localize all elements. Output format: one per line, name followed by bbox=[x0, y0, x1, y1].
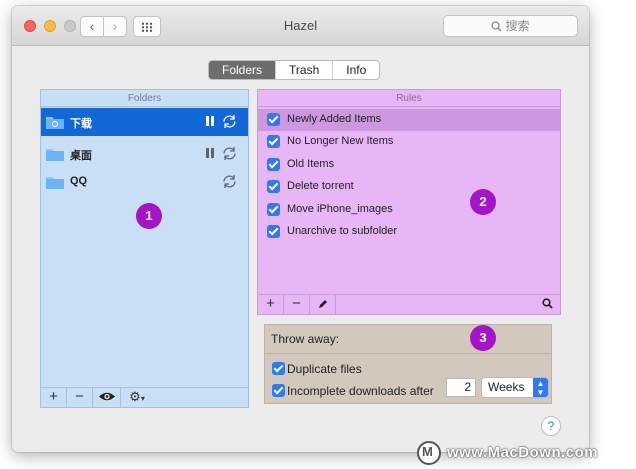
duplicate-files-row[interactable]: Duplicate files bbox=[265, 359, 551, 379]
duplicate-files-checkbox[interactable] bbox=[272, 362, 285, 375]
divider bbox=[265, 353, 551, 354]
folder-name: QQ bbox=[70, 175, 88, 187]
pause-icon[interactable] bbox=[206, 148, 214, 158]
folder-icon bbox=[46, 177, 64, 189]
incomplete-value-field[interactable]: 2 bbox=[446, 378, 476, 397]
annotation-badge-2: 2 bbox=[470, 189, 496, 215]
help-button[interactable]: ? bbox=[541, 416, 561, 436]
annotation-badge-3: 3 bbox=[470, 325, 496, 351]
rule-row[interactable]: Unarchive to subfolder bbox=[258, 221, 560, 243]
rule-row[interactable]: Move iPhone_images bbox=[258, 199, 560, 221]
search-field[interactable]: 搜索 bbox=[443, 15, 578, 37]
hazel-window: ‹ › Hazel 搜索 Folders Trash Info Folders … bbox=[12, 6, 589, 452]
rule-checkbox[interactable] bbox=[267, 203, 280, 216]
rule-row[interactable]: Delete torrent bbox=[258, 176, 560, 198]
incomplete-downloads-checkbox[interactable] bbox=[272, 384, 285, 397]
add-rule-button[interactable]: + bbox=[258, 295, 284, 314]
rule-row[interactable]: Newly Added Items bbox=[258, 109, 560, 131]
folder-name: 桌面 bbox=[70, 150, 92, 162]
sync-icon[interactable] bbox=[221, 145, 238, 162]
throw-away-panel: Throw away: Duplicate files Incomplete d… bbox=[264, 324, 552, 404]
rule-label: Newly Added Items bbox=[287, 113, 382, 125]
rules-bottom-bar: + − bbox=[258, 294, 560, 314]
add-folder-button[interactable]: + bbox=[41, 388, 67, 407]
rule-checkbox[interactable] bbox=[267, 158, 280, 171]
search-icon bbox=[491, 21, 503, 32]
tab-bar: Folders Trash Info bbox=[208, 60, 381, 80]
pencil-icon bbox=[318, 300, 327, 308]
incomplete-downloads-label: Incomplete downloads after bbox=[287, 384, 434, 398]
folders-bottom-bar: + − ⚙▾ bbox=[41, 387, 248, 407]
edit-rule-button[interactable] bbox=[310, 295, 336, 314]
tab-info[interactable]: Info bbox=[332, 61, 379, 79]
tab-trash[interactable]: Trash bbox=[275, 61, 332, 79]
tab-folders[interactable]: Folders bbox=[209, 61, 276, 79]
chevron-down-icon: ▾ bbox=[140, 394, 145, 403]
rule-checkbox[interactable] bbox=[267, 225, 280, 238]
sync-icon[interactable] bbox=[221, 113, 238, 130]
sync-icon[interactable] bbox=[221, 173, 238, 190]
folder-row-desktop[interactable]: 桌面 bbox=[41, 140, 248, 168]
rule-label: No Longer New Items bbox=[287, 135, 394, 147]
folder-icon bbox=[46, 117, 64, 129]
stepper-arrows-icon: ▲ ▼ bbox=[533, 378, 548, 397]
rule-row[interactable]: No Longer New Items bbox=[258, 131, 560, 153]
macdown-logo-icon bbox=[417, 441, 441, 465]
folder-icon bbox=[46, 149, 64, 161]
folder-options-button[interactable]: ⚙▾ bbox=[121, 388, 153, 407]
remove-folder-button[interactable]: − bbox=[67, 388, 93, 407]
watermark-text: www.MacDown.com bbox=[447, 444, 599, 461]
rule-label: Move iPhone_images bbox=[287, 203, 393, 215]
folders-header: Folders bbox=[41, 90, 248, 107]
rules-header: Rules bbox=[258, 90, 560, 107]
search-placeholder: 搜索 bbox=[505, 19, 530, 33]
folder-row-downloads[interactable]: 下载 bbox=[41, 108, 248, 136]
rule-label: Unarchive to subfolder bbox=[287, 225, 398, 237]
folders-panel: Folders 下载 桌面 QQ + − ⚙▾ bbox=[40, 89, 249, 408]
incomplete-unit-select[interactable]: Weeks ▲ ▼ bbox=[481, 377, 549, 398]
preview-button[interactable] bbox=[93, 388, 121, 407]
search-icon bbox=[541, 298, 553, 309]
rules-panel: Rules Newly Added Items No Longer New It… bbox=[257, 89, 561, 315]
gear-icon: ⚙ bbox=[129, 389, 141, 404]
duplicate-files-label: Duplicate files bbox=[287, 362, 362, 376]
folder-row-qq[interactable]: QQ bbox=[41, 168, 248, 196]
preview-rule-button[interactable] bbox=[534, 295, 560, 314]
eye-icon bbox=[98, 392, 115, 401]
rule-checkbox[interactable] bbox=[267, 113, 280, 126]
pause-icon[interactable] bbox=[206, 116, 214, 126]
incomplete-unit-value: Weeks bbox=[488, 380, 525, 394]
titlebar: ‹ › Hazel 搜索 bbox=[12, 6, 589, 46]
remove-rule-button[interactable]: − bbox=[284, 295, 310, 314]
rule-label: Delete torrent bbox=[287, 180, 354, 192]
rule-row[interactable]: Old Items bbox=[258, 154, 560, 176]
annotation-badge-1: 1 bbox=[136, 203, 162, 229]
rule-label: Old Items bbox=[287, 158, 335, 170]
watermark: www.MacDown.com bbox=[417, 440, 631, 466]
throw-away-title: Throw away: bbox=[271, 332, 340, 346]
rule-checkbox[interactable] bbox=[267, 135, 280, 148]
rule-checkbox[interactable] bbox=[267, 180, 280, 193]
folder-name: 下载 bbox=[70, 118, 92, 130]
